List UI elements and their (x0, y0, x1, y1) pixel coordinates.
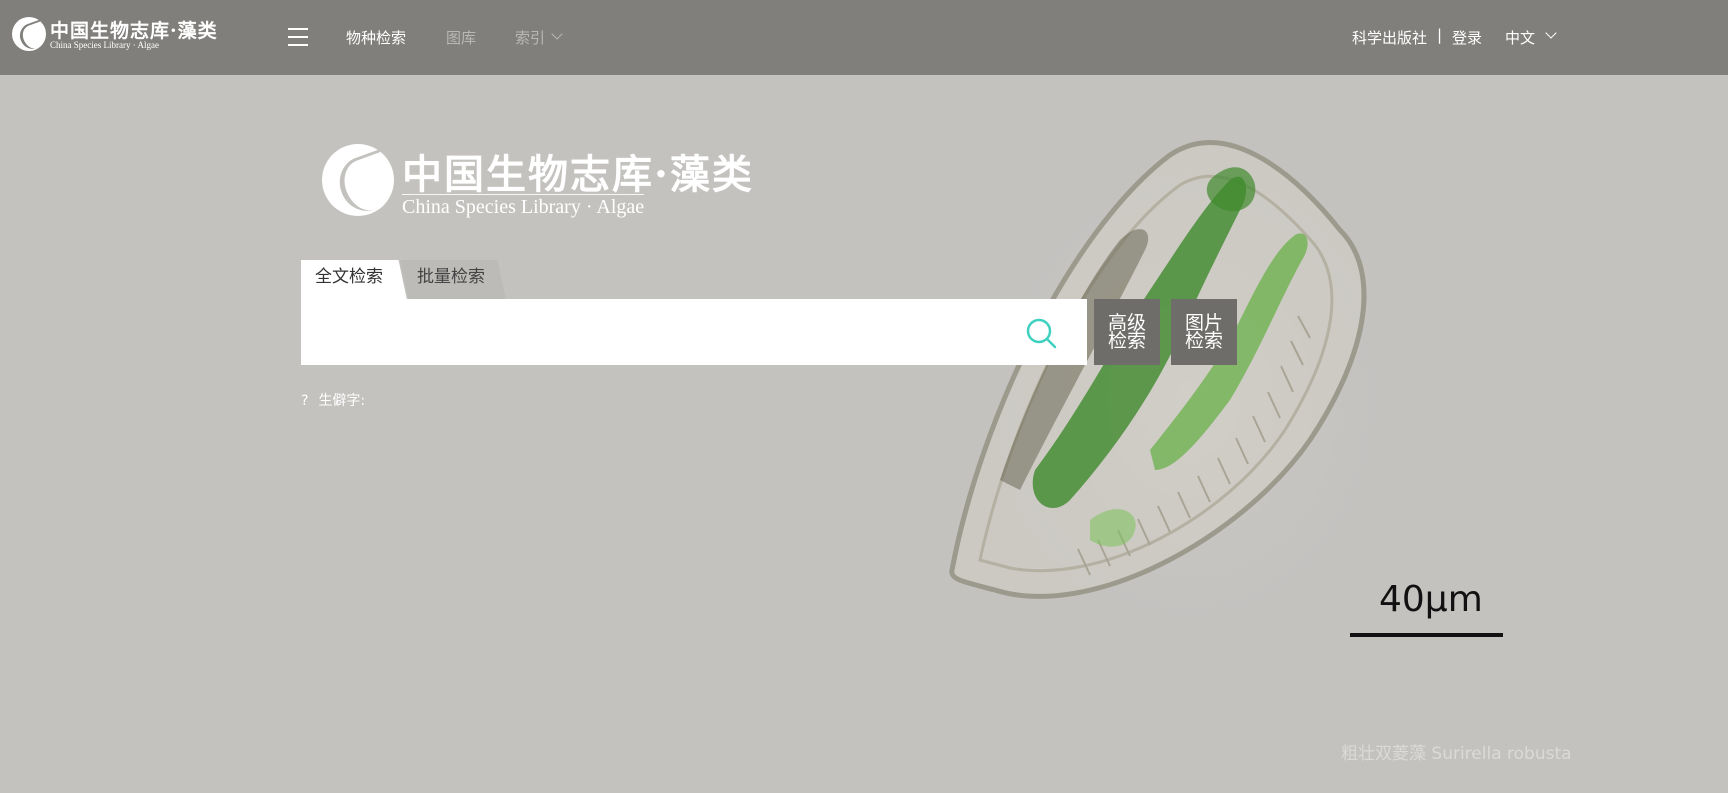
image-caption: 粗壮双菱藻 Surirella robusta (1341, 744, 1572, 764)
publisher-link[interactable]: 科学出版社 (1352, 27, 1427, 48)
chevron-down-icon (551, 28, 563, 40)
hero-logo-cn: 中国生物志库·藻类 (402, 151, 754, 198)
scale-bar-label: 40μm (1379, 579, 1483, 620)
login-link[interactable]: 登录 (1452, 27, 1482, 48)
rare-characters-help[interactable]: ? 生僻字: (301, 390, 365, 410)
language-select[interactable]: 中文 (1505, 27, 1557, 48)
header-logo-en: China Species Library · Algae (50, 40, 159, 50)
hero-logo-en: China Species Library · Algae (402, 194, 645, 218)
language-label: 中文 (1505, 29, 1536, 47)
nav-index[interactable]: 索引 (515, 27, 563, 48)
advanced-search-line2: 检索 (1107, 330, 1146, 352)
header-logo[interactable]: 中国生物志库·藻类 China Species Library · Algae (12, 14, 217, 51)
tab-fulltext-search[interactable]: 全文检索 (301, 260, 407, 300)
nav-gallery[interactable]: 图库 (446, 27, 476, 48)
help-icon: ? (301, 393, 309, 409)
chevron-down-icon (1545, 27, 1557, 39)
image-search-button[interactable]: 图片 检索 (1171, 299, 1237, 365)
search-input[interactable] (301, 299, 1021, 365)
nav-index-label: 索引 (515, 29, 546, 47)
tab-batch-search[interactable]: 批量检索 (400, 260, 506, 300)
rare-characters-label: 生僻字: (318, 393, 366, 409)
search-icon[interactable] (1024, 316, 1058, 350)
header-separator: | (1437, 26, 1443, 44)
search-box (301, 299, 1087, 365)
nav-species-search[interactable]: 物种检索 (346, 27, 406, 48)
scale-bar (1350, 633, 1503, 637)
logo-emblem-icon (12, 17, 46, 51)
specimen-photo (949, 130, 1420, 670)
header-logo-cn: 中国生物志库·藻类 (50, 20, 218, 42)
hero-logo: 中国生物志库·藻类 China Species Library · Algae (322, 140, 752, 220)
menu-icon[interactable] (288, 28, 308, 46)
advanced-search-button[interactable]: 高级 检索 (1094, 299, 1160, 365)
image-search-line2: 检索 (1184, 330, 1223, 352)
logo-emblem-icon (322, 144, 394, 216)
top-navbar: 中国生物志库·藻类 China Species Library · Algae … (0, 0, 1728, 75)
